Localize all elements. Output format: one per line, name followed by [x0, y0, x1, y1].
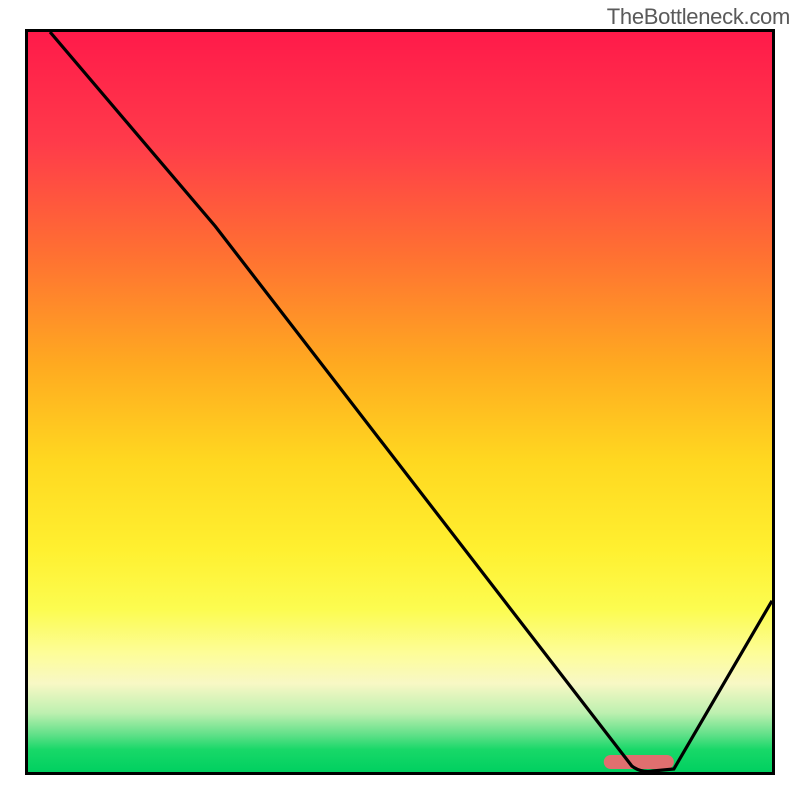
plot-svg — [28, 32, 772, 772]
watermark-text: TheBottleneck.com — [607, 4, 790, 30]
optimal-marker — [604, 755, 674, 769]
chart-container: TheBottleneck.com — [0, 0, 800, 800]
chart-frame — [25, 29, 775, 775]
bottleneck-curve — [50, 32, 772, 771]
